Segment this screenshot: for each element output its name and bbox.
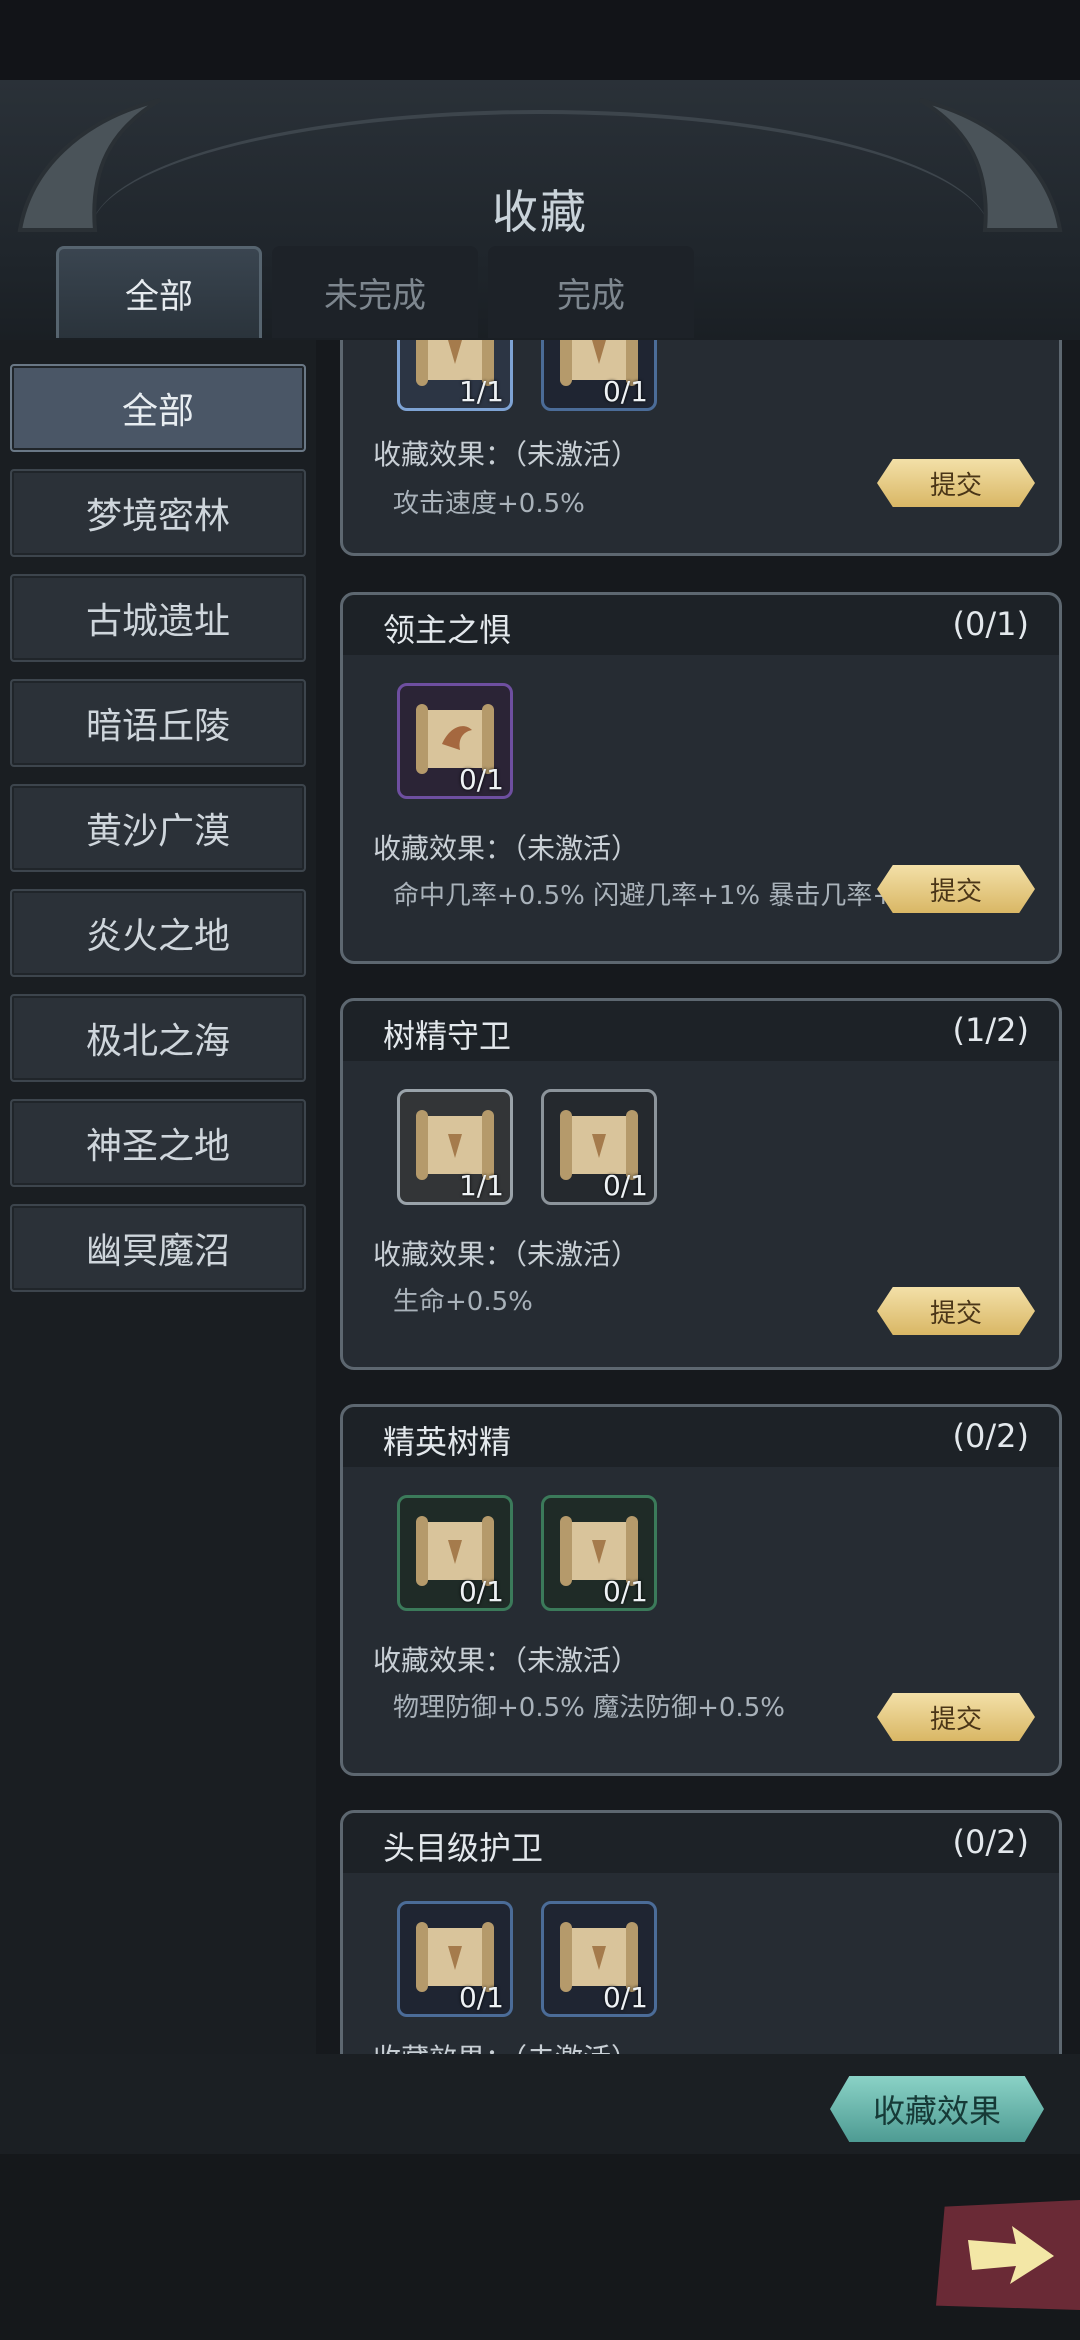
effect-label: 收藏效果：（未激活） xyxy=(373,832,640,865)
tab-bar: 全部 未完成 完成 xyxy=(56,246,694,338)
collection-card: 精英树精 (0/2) 0/1 0/1 收藏效果：（未激活） 物理防御+0.5% … xyxy=(340,1404,1062,1776)
slot-count: 0/1 xyxy=(458,1575,504,1608)
collection-card: 头目级护卫 (0/2) 0/1 0/1 收藏效果：（未激活） xyxy=(340,1810,1062,2054)
card-progress: (0/2) xyxy=(952,1823,1029,1861)
card-header: 头目级护卫 (0/2) xyxy=(343,1813,1059,1873)
effect-text: 命中几率+0.5% 闪避几率+1% 暴击几率+0.5% xyxy=(393,881,933,911)
status-bar-area xyxy=(0,0,1080,80)
item-slot[interactable]: 0/1 xyxy=(397,1901,513,2017)
collection-card: 树精守卫 (1/2) 1/1 0/1 收藏效果：（未激活） 生命+0.5% 提交 xyxy=(340,998,1062,1370)
region-sidebar: 全部 梦境密林 古城遗址 暗语丘陵 黄沙广漠 炎火之地 极北之海 神圣之地 幽冥… xyxy=(0,340,316,2054)
collection-list[interactable]: 1/1 0/1 收藏效果：（未激活） 攻击速度+0.5% 提交 领主之惧 (0/… xyxy=(330,340,1072,2054)
sidebar-item-yellow-desert[interactable]: 黄沙广漠 xyxy=(10,784,306,872)
slot-count: 0/1 xyxy=(602,1169,648,1202)
sidebar-item-nether-swamp[interactable]: 幽冥魔沼 xyxy=(10,1204,306,1292)
card-title: 精英树精 xyxy=(383,1423,512,1461)
slot-count: 0/1 xyxy=(602,375,648,408)
sidebar-item-north-sea[interactable]: 极北之海 xyxy=(10,994,306,1082)
card-header: 精英树精 (0/2) xyxy=(343,1407,1059,1467)
page-title: 收藏 xyxy=(492,185,588,239)
sidebar-item-holy-land[interactable]: 神圣之地 xyxy=(10,1099,306,1187)
item-slot[interactable]: 0/1 xyxy=(541,1495,657,1611)
item-slot[interactable]: 0/1 xyxy=(541,340,657,411)
sidebar-item-ancient-ruins[interactable]: 古城遗址 xyxy=(10,574,306,662)
card-title: 领主之惧 xyxy=(383,611,512,649)
collection-card: 领主之惧 (0/1) 0/1 收藏效果：（未激活） 命中几率+0.5% 闪避几率… xyxy=(340,592,1062,964)
card-header: 树精守卫 (1/2) xyxy=(343,1001,1059,1061)
card-title: 头目级护卫 xyxy=(383,1829,544,1867)
card-progress: (1/2) xyxy=(952,1011,1029,1049)
tab-all[interactable]: 全部 xyxy=(56,246,262,338)
tab-complete[interactable]: 完成 xyxy=(488,246,694,338)
effect-label: 收藏效果：（未激活） xyxy=(373,1238,640,1271)
sidebar-item-dream-forest[interactable]: 梦境密林 xyxy=(10,469,306,557)
next-button[interactable] xyxy=(936,2200,1080,2310)
sidebar-item-all[interactable]: 全部 xyxy=(10,364,306,452)
card-title: 树精守卫 xyxy=(383,1017,512,1055)
effect-label: 收藏效果：（未激活） xyxy=(373,2037,639,2054)
sidebar-item-whisper-hills[interactable]: 暗语丘陵 xyxy=(10,679,306,767)
slot-count: 0/1 xyxy=(602,1981,648,2014)
card-progress: (0/2) xyxy=(952,1417,1029,1455)
submit-button[interactable]: 提交 xyxy=(877,1693,1035,1741)
collection-effect-button[interactable]: 收藏效果 xyxy=(830,2076,1044,2142)
effect-label: 收藏效果：（未激活） xyxy=(373,438,640,471)
item-slot[interactable]: 1/1 xyxy=(397,340,513,411)
effect-label: 收藏效果：（未激活） xyxy=(373,1644,640,1677)
collection-card: 1/1 0/1 收藏效果：（未激活） 攻击速度+0.5% 提交 xyxy=(340,340,1062,556)
item-slot[interactable]: 1/1 xyxy=(397,1089,513,1205)
slot-count: 1/1 xyxy=(458,1169,504,1202)
effect-text: 攻击速度+0.5% xyxy=(393,489,585,519)
arrow-right-icon xyxy=(968,2226,1054,2284)
item-slot[interactable]: 0/1 xyxy=(541,1901,657,2017)
effect-text: 物理防御+0.5% 魔法防御+0.5% xyxy=(393,1693,785,1723)
submit-button[interactable]: 提交 xyxy=(877,1287,1035,1335)
sidebar-item-flame-land[interactable]: 炎火之地 xyxy=(10,889,306,977)
item-slot[interactable]: 0/1 xyxy=(397,1495,513,1611)
tab-incomplete[interactable]: 未完成 xyxy=(272,246,478,338)
bottom-bar: 收藏效果 xyxy=(0,2054,1080,2340)
submit-button[interactable]: 提交 xyxy=(877,459,1035,507)
submit-button[interactable]: 提交 xyxy=(877,865,1035,913)
slot-count: 0/1 xyxy=(602,1575,648,1608)
slot-count: 0/1 xyxy=(458,763,504,796)
item-slot[interactable]: 0/1 xyxy=(541,1089,657,1205)
item-slot[interactable]: 0/1 xyxy=(397,683,513,799)
card-progress: (0/1) xyxy=(952,605,1029,643)
slot-count: 0/1 xyxy=(458,1981,504,2014)
effect-text: 生命+0.5% xyxy=(393,1287,533,1317)
card-header: 领主之惧 (0/1) xyxy=(343,595,1059,655)
slot-count: 1/1 xyxy=(458,375,504,408)
